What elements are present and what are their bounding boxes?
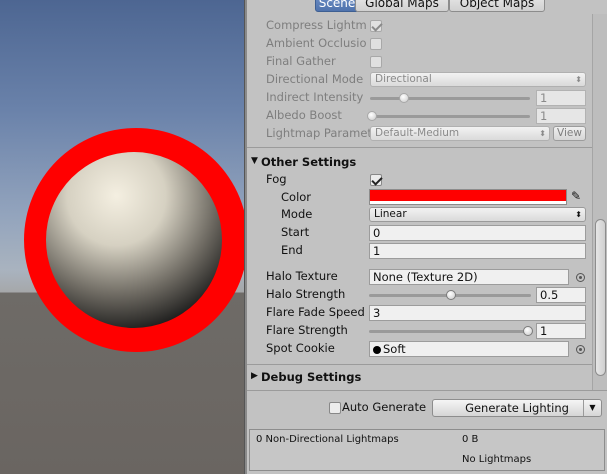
fog-end-label: End [281,243,303,257]
flare-strength-row: Flare Strength 1 [247,322,592,340]
albedo-boost-slider-track[interactable] [370,115,530,118]
dropdown-arrows-icon: ⬍ [575,210,582,219]
directional-mode-label: Directional Mode [266,72,364,86]
flare-strength-label: Flare Strength [266,323,348,337]
foldout-collapsed-icon: ▶ [251,371,258,381]
eyedropper-icon[interactable]: ✎ [571,189,581,203]
tab-object-maps[interactable]: Object Maps [449,0,545,12]
fog-start-field[interactable]: 0 [369,225,586,241]
directional-mode-value: Directional [375,73,432,85]
scene-view[interactable] [0,0,244,474]
tab-global-maps[interactable]: Global Maps [355,0,449,12]
view-button[interactable]: View [553,126,586,141]
compress-lightmaps-label: Compress Lightm [266,18,367,32]
sphere [46,152,222,328]
halo-strength-slider-thumb[interactable] [446,290,456,300]
dropdown-arrows-icon: ⬍ [539,129,546,138]
chevron-down-icon[interactable]: ▼ [583,400,601,416]
flare-strength-slider-thumb[interactable] [523,326,533,336]
lighting-footer: Auto Generate Generate Lighting ▼ 0 Non-… [247,390,607,474]
flare-fade-speed-label: Flare Fade Speed [266,305,365,319]
flare-strength-slider-track[interactable] [369,330,531,333]
final-gather-row: Final Gather [247,53,592,71]
indirect-intensity-field[interactable]: 1 [536,90,586,106]
halo-texture-label: Halo Texture [266,269,338,283]
scrollbar-thumb[interactable] [595,219,606,376]
flare-fade-speed-row: Flare Fade Speed 3 [247,304,592,322]
texture-thumbnail-icon [373,346,381,354]
halo-strength-row: Halo Strength 0.5 [247,286,592,304]
fog-start-row: Start 0 [247,224,592,242]
fog-color-row: Color ✎ [247,189,592,207]
other-settings-title: Other Settings [261,155,357,169]
directional-mode-dropdown[interactable]: Directional ⬍ [370,72,586,87]
lightmap-parameters-row: Lightmap Paramet Default-Medium ⬍ View [247,125,592,143]
flare-strength-field[interactable]: 1 [536,323,586,339]
fog-mode-dropdown[interactable]: Linear ⬍ [369,207,586,222]
fog-start-label: Start [281,225,310,239]
ambient-occlusion-label: Ambient Occlusio [266,36,367,50]
ambient-occlusion-checkbox[interactable] [370,38,382,50]
albedo-boost-slider-thumb[interactable] [367,111,377,121]
fog-color-label: Color [281,190,312,204]
spot-cookie-row: Spot Cookie Soft [247,340,592,358]
spot-cookie-label: Spot Cookie [266,341,335,355]
directional-mode-row: Directional Mode Directional ⬍ [247,71,592,89]
indirect-intensity-slider-track[interactable] [370,97,530,100]
foldout-expanded-icon: ▼ [251,156,258,166]
ambient-occlusion-row: Ambient Occlusio [247,35,592,53]
fog-checkbox[interactable] [370,174,382,186]
generate-lighting-label: Generate Lighting [465,401,569,415]
lightmap-status: No Lightmaps [462,454,532,465]
compress-lightmaps-row: Compress Lightm [247,17,592,35]
non-directional-count: 0 Non-Directional Lightmaps [256,434,399,445]
flare-fade-speed-field[interactable]: 3 [369,305,586,321]
indirect-intensity-label: Indirect Intensity [266,90,364,104]
object-picker-icon[interactable] [576,273,585,282]
albedo-boost-row: Albedo Boost 1 [247,107,592,125]
fog-mode-label: Mode [281,207,313,221]
tab-scene[interactable]: Scene [315,0,359,12]
albedo-boost-field[interactable]: 1 [536,108,586,124]
fog-mode-row: Mode Linear ⬍ [247,206,592,224]
debug-settings-header[interactable]: ▶ Debug Settings [247,369,592,387]
debug-settings-title: Debug Settings [261,370,362,384]
generate-lighting-button[interactable]: Generate Lighting ▼ [432,399,602,417]
lightmap-size: 0 B [462,434,479,445]
compress-lightmaps-checkbox[interactable] [370,20,382,32]
spot-cookie-field[interactable]: Soft [369,341,569,357]
fog-end-row: End 1 [247,242,592,260]
halo-texture-field[interactable]: None (Texture 2D) [369,269,569,285]
dropdown-arrows-icon: ⬍ [575,75,582,84]
indirect-intensity-slider-thumb[interactable] [399,93,409,103]
halo-texture-row: Halo Texture None (Texture 2D) [247,268,592,286]
lightmap-parameters-value: Default-Medium [375,127,460,139]
scene-render [24,128,244,352]
auto-generate-checkbox[interactable] [329,402,341,414]
fog-color-swatch[interactable] [369,189,567,205]
fog-mode-value: Linear [374,208,407,220]
lighting-tabs: Scene Global Maps Object Maps [247,0,607,13]
lightmap-stats-panel: 0 Non-Directional Lightmaps 0 B No Light… [249,429,605,471]
lighting-inspector: Scene Global Maps Object Maps Compress L… [247,0,607,474]
fog-end-field[interactable]: 1 [369,243,586,259]
object-picker-icon[interactable] [576,345,585,354]
divider [247,147,592,148]
albedo-boost-label: Albedo Boost [266,108,342,122]
lightmap-parameters-dropdown[interactable]: Default-Medium ⬍ [370,126,550,141]
divider [247,364,592,365]
final-gather-checkbox[interactable] [370,56,382,68]
inspector-scrollbar[interactable] [592,14,607,394]
auto-generate-label: Auto Generate [342,400,427,414]
other-settings-header[interactable]: ▼ Other Settings [247,154,592,172]
lightmap-parameters-label: Lightmap Paramet [266,126,372,140]
fog-row: Fog [247,171,592,189]
halo-strength-field[interactable]: 0.5 [536,287,586,303]
indirect-intensity-row: Indirect Intensity 1 [247,89,592,107]
halo-strength-label: Halo Strength [266,287,346,301]
fog-label: Fog [266,172,287,186]
final-gather-label: Final Gather [266,54,336,68]
spot-cookie-value: Soft [383,342,406,356]
